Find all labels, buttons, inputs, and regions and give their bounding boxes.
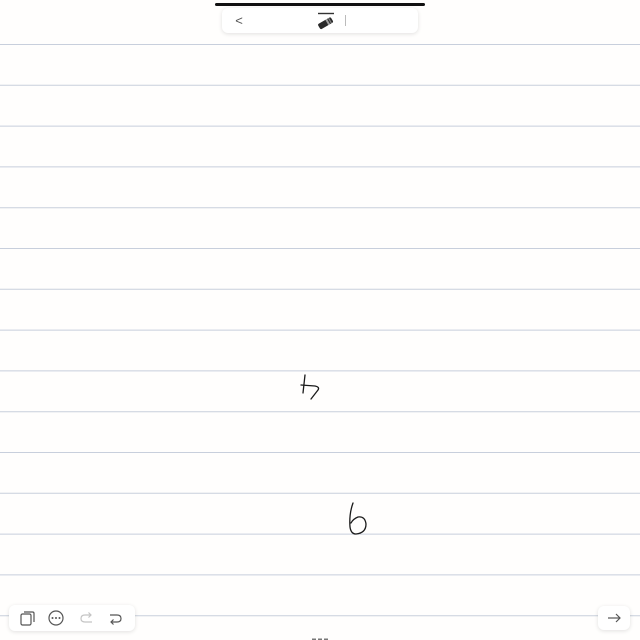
ink-layer [300,374,367,535]
drag-handle[interactable] [311,630,329,640]
redo-icon [110,614,122,625]
next-page-button[interactable] [598,606,630,630]
more-icon [48,610,64,626]
pages-button[interactable] [17,609,37,627]
redo-button[interactable] [106,609,126,627]
bottom-toolbar [9,605,135,631]
note-page[interactable]: < [0,0,640,640]
undo-button[interactable] [76,609,96,627]
more-button[interactable] [46,609,66,627]
undo-icon [80,612,92,623]
arrow-right-icon [608,613,621,623]
pages-icon [20,611,35,626]
handwritten-six [349,502,367,535]
handwritten-four [300,374,320,400]
